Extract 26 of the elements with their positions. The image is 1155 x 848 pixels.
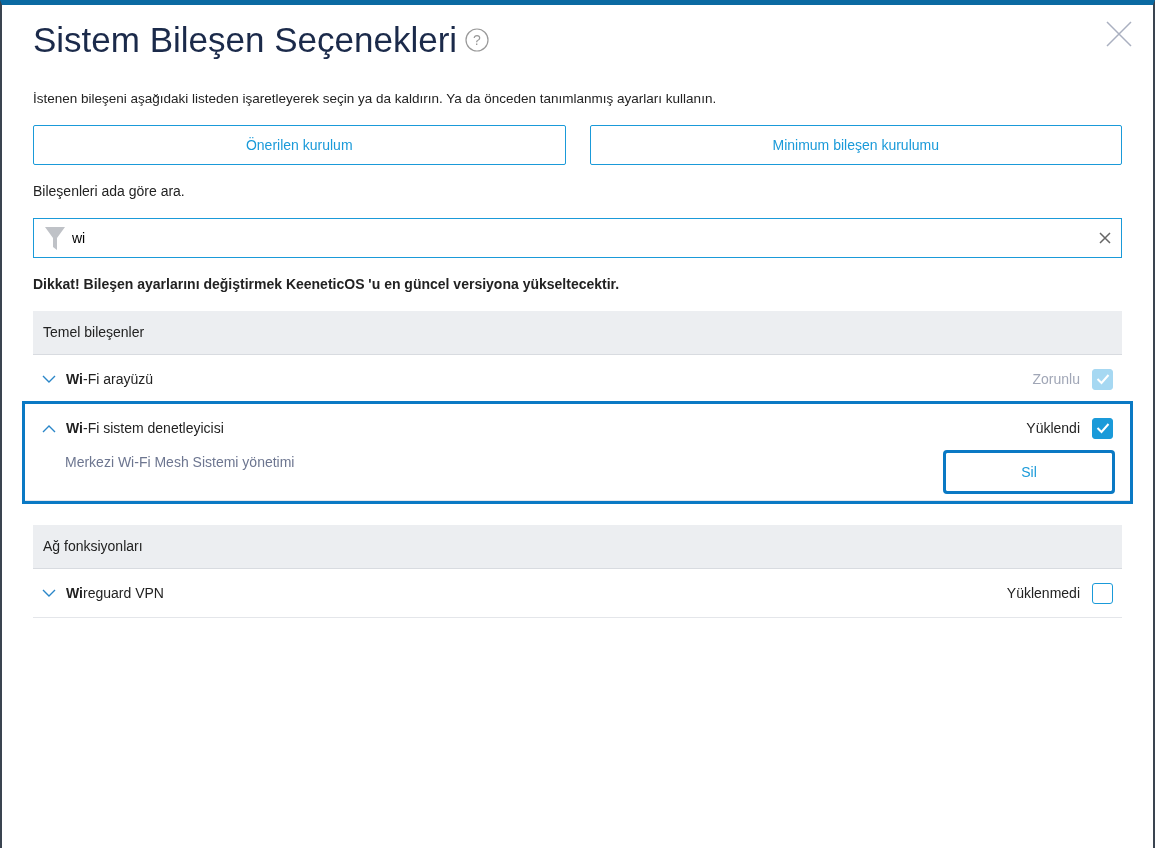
component-name: Wi-Fi arayüzü <box>66 369 154 389</box>
preset-button[interactable]: Önerilen kurulum <box>33 125 566 166</box>
checkbox[interactable] <box>1092 582 1113 604</box>
expand-icon[interactable] <box>42 588 56 599</box>
component-name: Wi-Fi sistem denetleyicisi <box>66 418 225 438</box>
status-text: Yüklenmedi <box>1006 583 1080 603</box>
description-text: Merkezi Wi-Fi Mesh Sistemi yönetimi <box>64 453 295 473</box>
preset-button[interactable]: Minimum bileşen kurulumu <box>589 125 1122 166</box>
search-label: Bileşenleri ada göre ara. <box>33 182 186 202</box>
help-icon[interactable]: ? <box>465 28 490 52</box>
group-header: Temel bileşenler <box>33 311 1122 356</box>
status-text: Zorunlu <box>1032 369 1080 389</box>
check-icon <box>1095 373 1110 386</box>
search-field[interactable]: wi <box>33 218 1122 259</box>
dialog-title: Sistem Bileşen Seçenekleri <box>33 19 458 61</box>
collapse-icon[interactable] <box>42 423 56 434</box>
component-name: Wireguard VPN <box>66 583 165 603</box>
warning-text: Dikkat! Bileşen ayarlarını değiştirmek KeeneticOS 'u en güncel versiyona yükseltecektir. <box>33 275 621 295</box>
check-icon <box>1095 422 1110 435</box>
group-header: Ağ fonksiyonları <box>33 525 1122 570</box>
close-button[interactable] <box>1104 19 1134 49</box>
checkbox[interactable] <box>1092 417 1113 439</box>
intro-text: İstenen bileşeni aşağıdaki listeden işaretleyerek seçin ya da kaldırın. Ya da önceden tanımlanmış ayarları kullanın. <box>33 90 718 108</box>
clear-icon[interactable] <box>1099 232 1111 245</box>
remove-button[interactable]: Sil <box>945 452 1113 493</box>
status-text: Yüklendi <box>1026 418 1080 438</box>
